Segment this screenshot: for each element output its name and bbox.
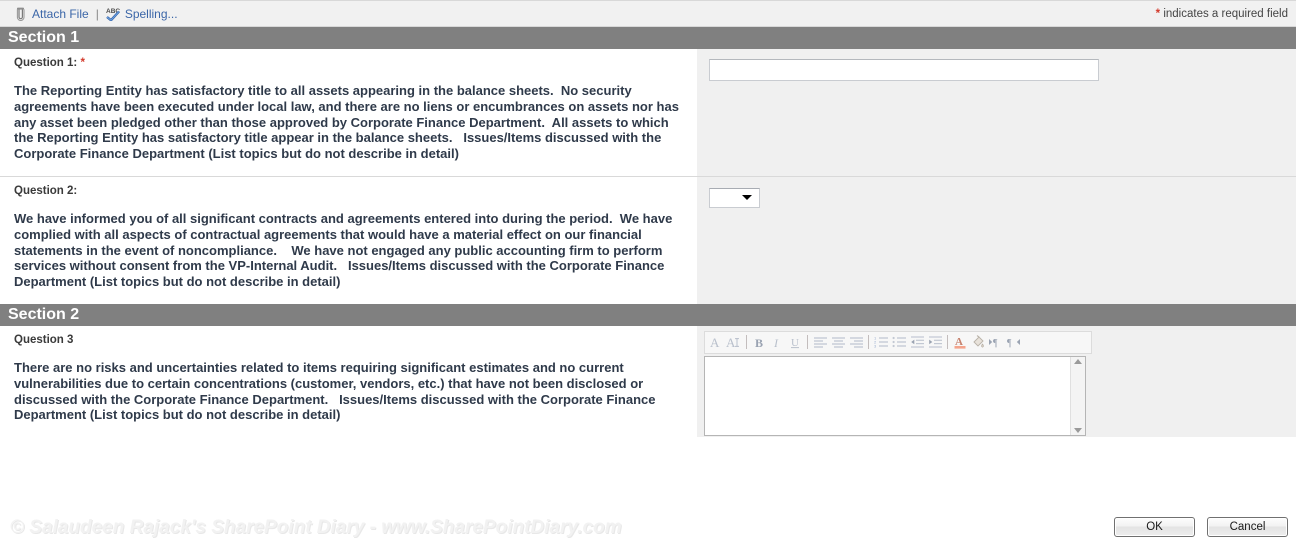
section-2-table: Question 3 There are no risks and uncert… <box>0 325 1296 438</box>
section-1-table: Question 1: * The Reporting Entity has s… <box>0 49 1296 304</box>
question-1-label-text: Question 1: <box>14 57 78 69</box>
svg-text:B: B <box>755 336 763 349</box>
question-2-field-cell <box>697 175 1296 304</box>
section-header-1: Section 1 <box>0 27 1296 49</box>
toolbar-divider-4 <box>947 335 948 350</box>
question-3-field-cell: A A B I U 1 2 3 A ¶ ¶ <box>697 325 1296 438</box>
question-row-2: Question 2: We have informed you of all … <box>0 175 1296 304</box>
paperclip-icon <box>14 7 27 21</box>
bulleted-list-icon[interactable] <box>890 333 908 352</box>
required-note-text: indicates a required field <box>1160 7 1288 20</box>
question-2-text: We have informed you of all significant … <box>14 210 676 290</box>
rich-text-editor: A A B I U 1 2 3 A ¶ ¶ <box>697 326 1296 436</box>
toolbar-separator: | <box>95 6 99 21</box>
underline-icon[interactable]: U <box>786 333 804 352</box>
rich-text-toolbar: A A B I U 1 2 3 A ¶ ¶ <box>704 330 1092 354</box>
outdent-icon[interactable] <box>908 333 926 352</box>
section-header-2: Section 2 <box>0 303 1296 326</box>
form-toolbar: Attach File | ABC Spelling... * indicate… <box>0 0 1296 27</box>
toolbar-divider-3 <box>868 335 869 350</box>
font-color-icon[interactable]: A <box>951 333 969 352</box>
bold-icon[interactable]: B <box>750 333 768 352</box>
ltr-direction-icon[interactable]: ¶ <box>987 333 1005 352</box>
toolbar-actions: Attach File | ABC Spelling... <box>14 6 178 22</box>
font-grow-icon[interactable]: A <box>707 333 725 352</box>
watermark: © Salaudeen Rajack's SharePoint Diary - … <box>10 517 622 538</box>
question-1-label: Question 1: * <box>0 49 697 69</box>
toolbar-divider-1 <box>746 335 747 350</box>
question-3-text: There are no risks and uncertainties rel… <box>14 359 660 423</box>
svg-text:A: A <box>726 335 736 349</box>
question-2-field-wrap <box>697 177 1296 208</box>
question-2-label: Question 2: <box>0 177 697 197</box>
question-3-label-cell: Question 3 There are no risks and uncert… <box>0 325 697 438</box>
numbered-list-icon[interactable]: 1 2 3 <box>872 333 890 352</box>
question-1-label-cell: Question 1: * The Reporting Entity has s… <box>0 49 697 177</box>
question-1-text: The Reporting Entity has satisfactory ti… <box>14 83 683 162</box>
question-2-label-text: Question 2: <box>14 184 78 197</box>
form-action-buttons: OK Cancel <box>1114 517 1288 537</box>
font-shrink-icon[interactable]: A <box>725 333 743 352</box>
italic-icon[interactable]: I <box>768 333 786 352</box>
highlight-color-icon[interactable] <box>969 333 987 352</box>
align-right-icon[interactable] <box>847 333 865 352</box>
required-field-note: * indicates a required field <box>1156 8 1288 20</box>
align-left-icon[interactable] <box>811 333 829 352</box>
indent-icon[interactable] <box>926 333 944 352</box>
ok-button[interactable]: OK <box>1114 517 1195 537</box>
spelling-label: Spelling... <box>124 6 178 21</box>
svg-text:¶: ¶ <box>1007 338 1012 349</box>
question-1-field-cell <box>697 49 1296 177</box>
question-3-label: Question 3 <box>0 326 697 346</box>
question-2-label-cell: Question 2: We have informed you of all … <box>0 175 697 304</box>
rtl-direction-icon[interactable]: ¶ <box>1005 333 1023 352</box>
question-row-3: Question 3 There are no risks and uncert… <box>0 325 1296 438</box>
cancel-button[interactable]: Cancel <box>1207 517 1288 537</box>
question-2-dropdown[interactable] <box>709 187 760 208</box>
rich-text-body <box>704 355 1086 436</box>
spelling-link[interactable]: ABC Spelling... <box>106 6 178 22</box>
scroll-up-icon[interactable] <box>1074 358 1082 364</box>
svg-text:A: A <box>710 335 720 349</box>
question-1-field-wrap <box>697 49 1296 81</box>
question-1-required-star: * <box>80 57 85 69</box>
attach-file-link[interactable]: Attach File <box>14 7 89 21</box>
question-3-label-text: Question 3 <box>14 333 74 346</box>
rich-text-area[interactable] <box>705 357 1070 435</box>
attach-file-label: Attach File <box>32 6 89 21</box>
question-row-1: Question 1: * The Reporting Entity has s… <box>0 49 1296 177</box>
rich-text-scrollbar[interactable] <box>1070 356 1085 435</box>
abc-checkmark-icon: ABC <box>106 7 122 22</box>
scroll-down-icon[interactable] <box>1074 427 1082 433</box>
svg-text:I: I <box>773 336 779 349</box>
svg-text:3: 3 <box>874 344 877 349</box>
align-center-icon[interactable] <box>829 333 847 352</box>
question-1-text-input[interactable] <box>709 59 1099 81</box>
toolbar-divider-2 <box>807 335 808 350</box>
chevron-down-icon <box>742 195 752 201</box>
svg-text:¶: ¶ <box>993 338 998 349</box>
